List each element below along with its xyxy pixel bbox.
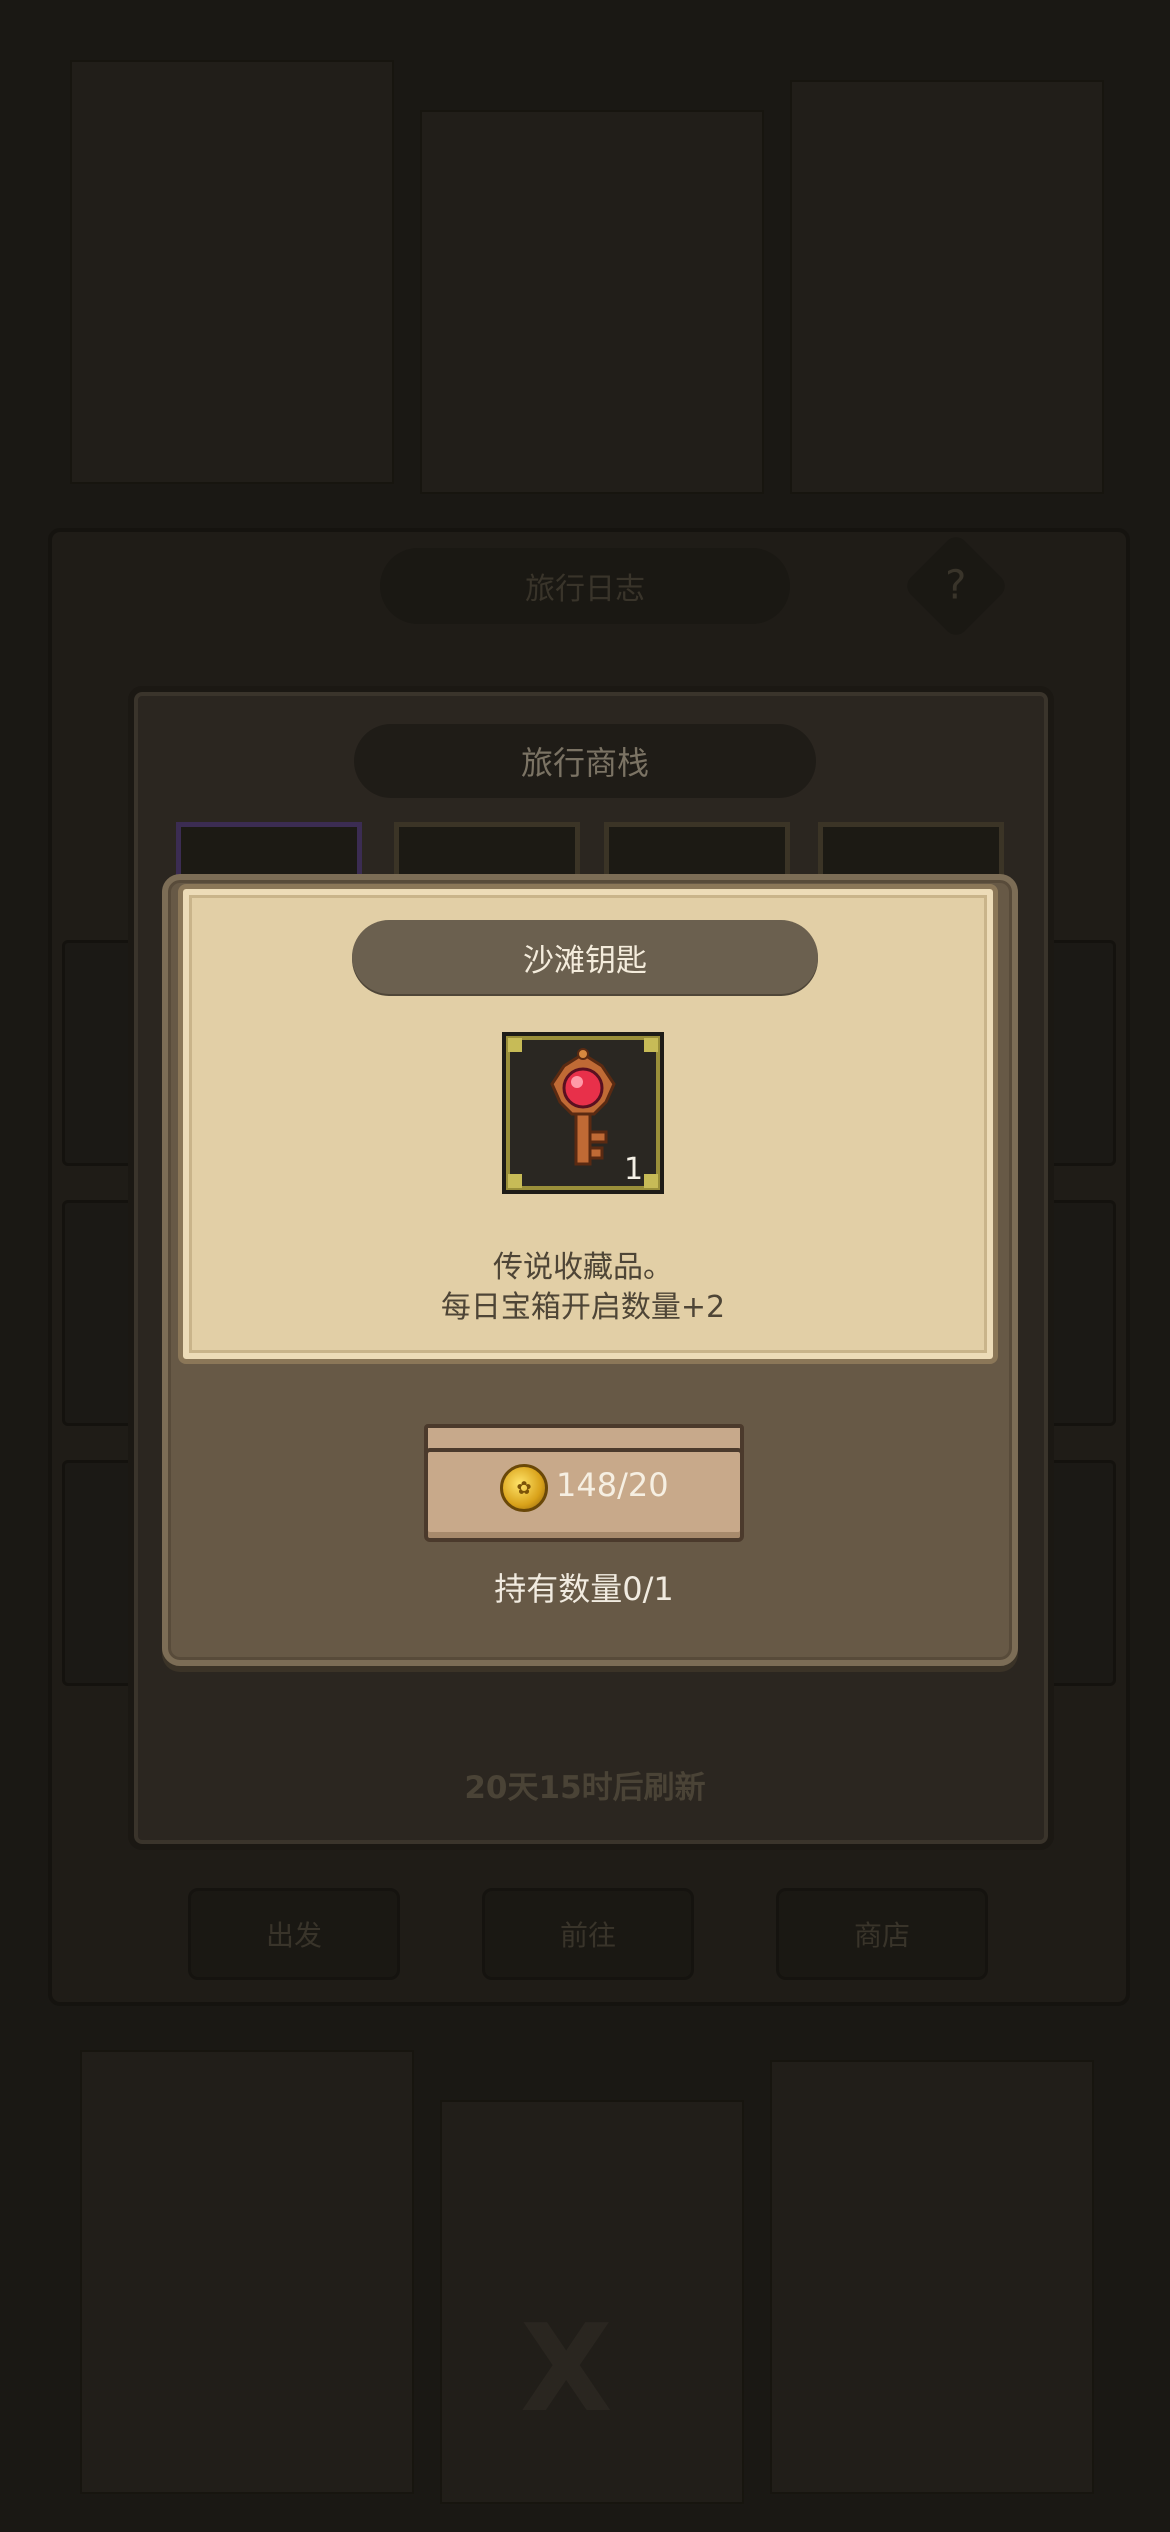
- journal-title: 旅行日志: [380, 548, 790, 624]
- bg-building: [420, 110, 764, 494]
- coin-icon: ✿: [500, 1464, 548, 1512]
- bg-building: [70, 60, 394, 484]
- game-screen: X 旅行日志 ? 出发 前往 商店 旅行商栈 20天15时后刷新 沙滩钥匙 1: [0, 0, 1170, 2532]
- shop-refresh-timer: 20天15时后刷新: [464, 1770, 706, 1806]
- price-text: 148/20: [556, 1466, 669, 1504]
- tab-shop[interactable]: 商店: [776, 1888, 988, 1980]
- item-count: 1: [624, 1152, 644, 1187]
- tab-depart[interactable]: 出发: [188, 1888, 400, 1980]
- bg-decoration: X: [520, 2300, 613, 2439]
- tab-go[interactable]: 前往: [482, 1888, 694, 1980]
- bg-building: [790, 80, 1104, 494]
- item-description-line2: 每日宝箱开启数量+2: [440, 1290, 726, 1325]
- bg-building: [770, 2060, 1094, 2494]
- bg-list-slot: [62, 940, 138, 1166]
- bg-list-slot: [62, 1460, 138, 1686]
- purchase-button[interactable]: ✿ 148/20: [424, 1424, 744, 1544]
- bg-list-slot: [62, 1200, 138, 1426]
- shop-title: 旅行商栈: [354, 724, 816, 798]
- bg-building: [80, 2050, 414, 2494]
- item-name: 沙滩钥匙: [352, 920, 818, 994]
- owned-quantity: 持有数量0/1: [494, 1570, 674, 1608]
- item-description-line1: 传说收藏品。: [493, 1250, 673, 1285]
